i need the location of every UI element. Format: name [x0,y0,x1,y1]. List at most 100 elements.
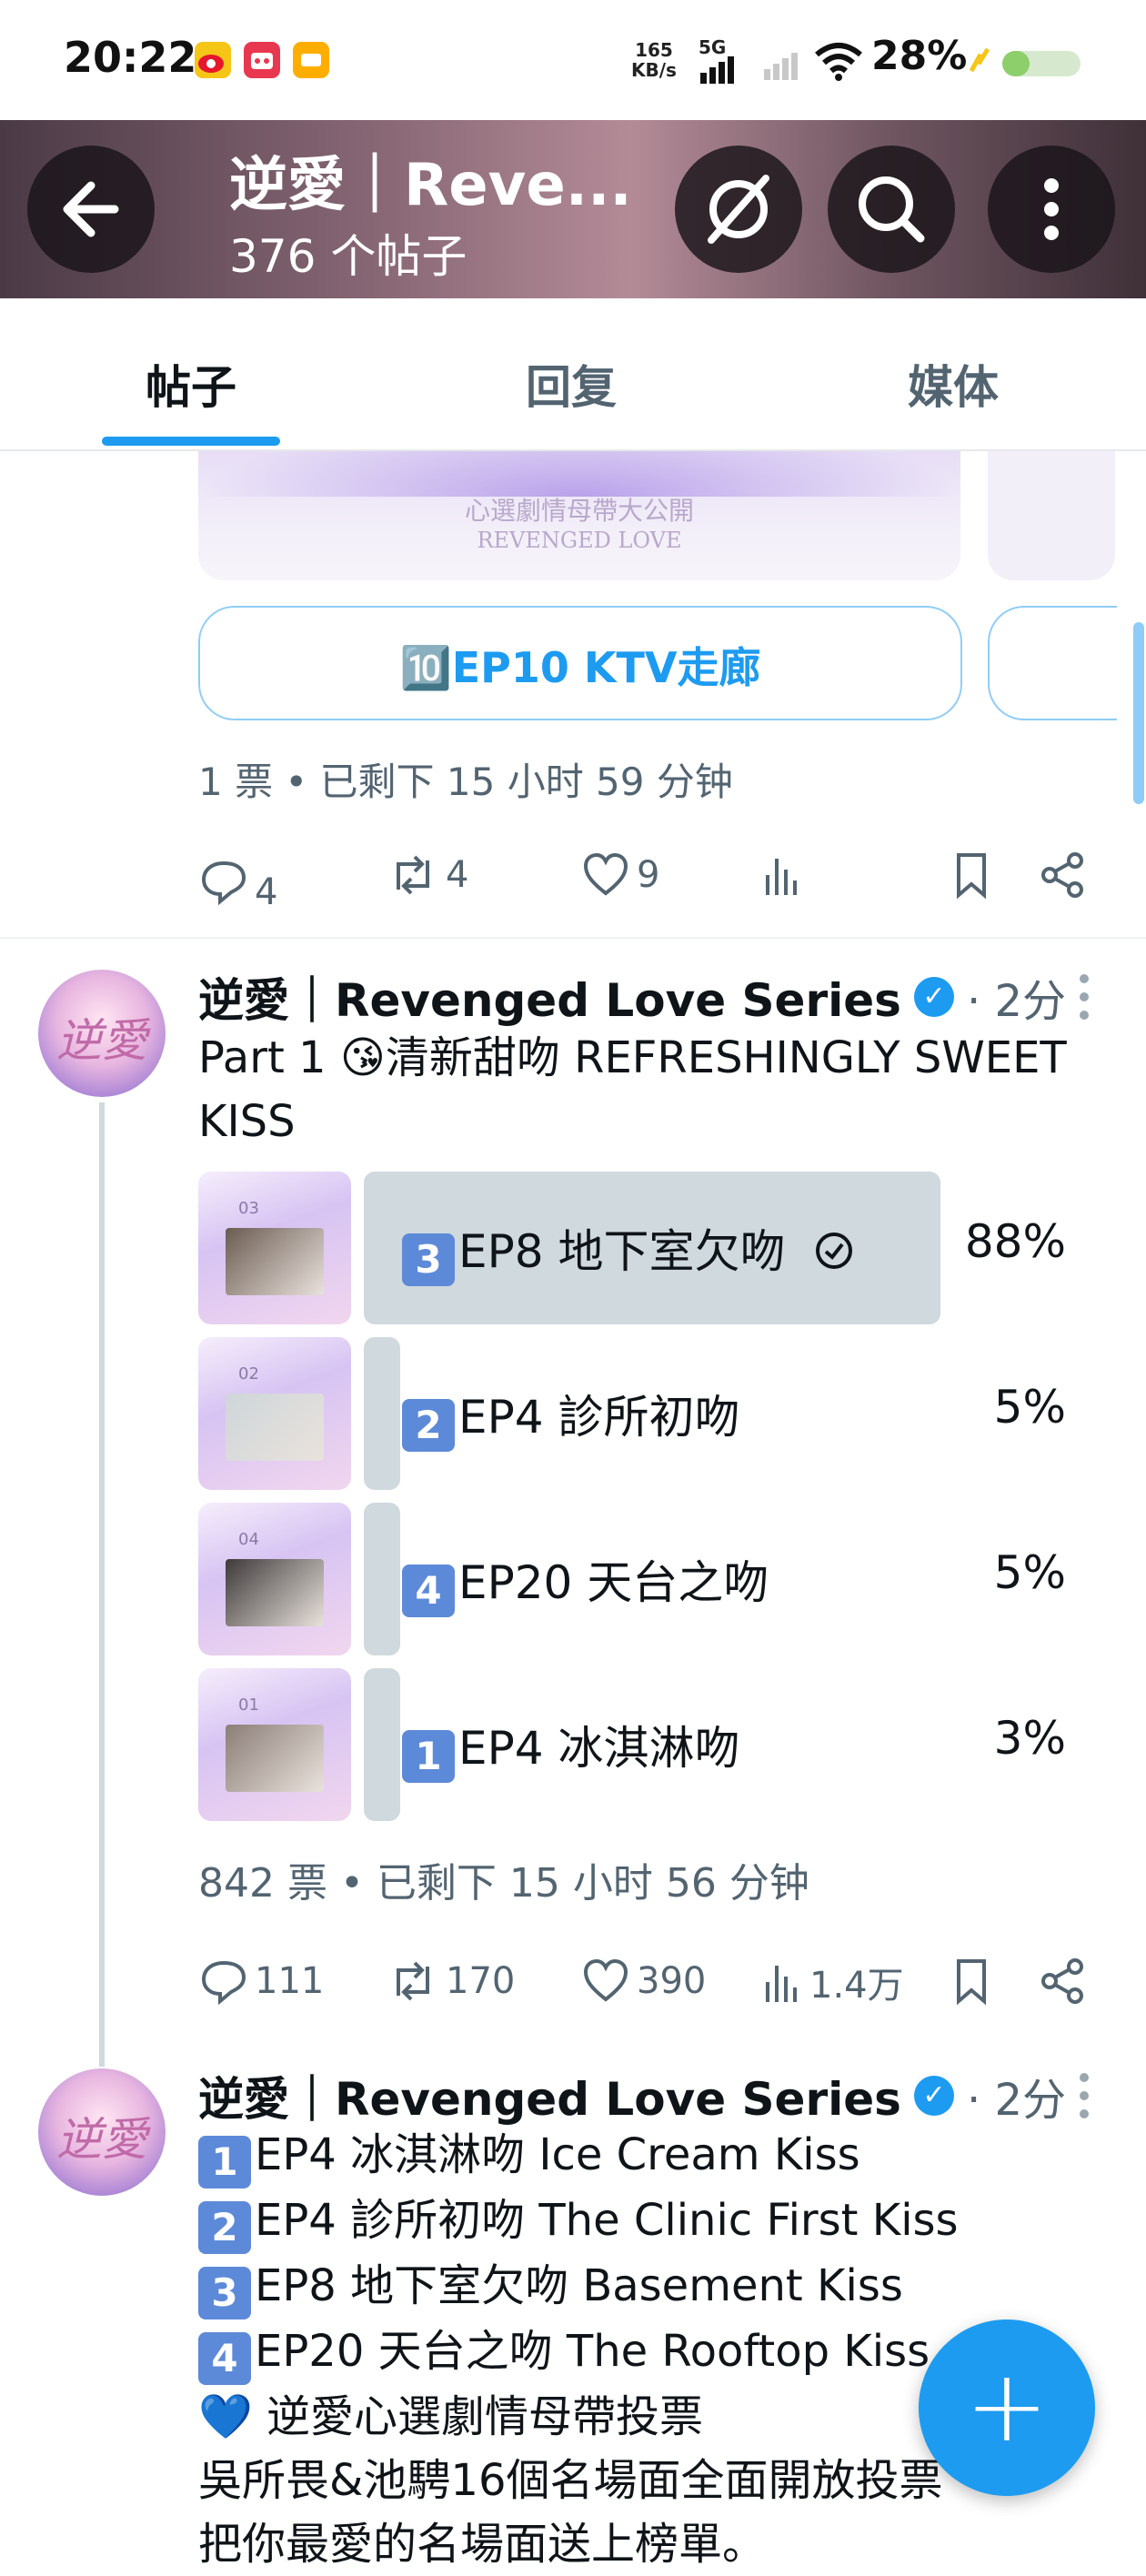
views-button[interactable]: 1.4万 [760,1956,904,2008]
network-speed: 165 KB/s [631,39,677,81]
signal-2-icon [762,49,808,86]
voted-check-icon [816,1233,853,1269]
poll-option-thumbnail[interactable]: 03 [198,1172,351,1324]
post-count: 376 个帖子 [229,230,467,283]
image-caption-en: REVENGED LOVE [477,528,682,553]
reply-button[interactable]: 4 [198,850,277,913]
active-tab-indicator [102,437,280,446]
status-bar: 20:22 165 KB/s 5G 28% [0,0,1146,120]
poll-option-label: 4 EP20 天台之吻 [402,1546,769,1617]
share-button[interactable] [1037,1956,1088,2007]
share-icon [1041,1958,1083,2004]
post-text: Part 1 😘清新甜吻 REFRESHINGLY SWEET KISS [198,1032,1067,1147]
share-button[interactable] [1037,850,1088,901]
list-item: 1 EP4 冰淇淋吻 Ice Cream Kiss [198,2123,1117,2189]
poll-option-thumbnail[interactable]: 04 [198,1503,351,1655]
bookmark-icon [957,853,986,900]
poll-choice-button-next[interactable] [988,606,1117,720]
like-button[interactable]: 390 [580,1956,706,2007]
author-name[interactable]: 逆愛｜Revenged Love Series [198,2063,901,2128]
battery-percent: 28% [871,33,968,79]
reply-button[interactable]: 111 [198,1956,324,2007]
thumbnail-number: 04 [238,1530,259,1549]
bookmark-icon [957,1959,986,2006]
poll-option-label: 2 EP4 診所初吻 [402,1381,739,1452]
post-time: · 2分 [966,2075,1066,2126]
verified-badge-icon: ✓ [913,977,954,1017]
poll-option-label: 3 EP8 地下室欠吻 [402,1215,856,1286]
post-header: 逆愛｜Revenged Love Series ✓ · 2分 [198,2063,1066,2128]
post-time: · 2分 [966,976,1066,1027]
weibo-icon [195,42,231,78]
repost-button[interactable]: 170 [386,1956,515,2007]
status-time: 20:22 [64,33,197,82]
post-header: 逆愛｜Revenged Love Series ✓ · 2分 [198,964,1066,1030]
poll-option-thumbnail[interactable]: 01 [198,1668,351,1821]
thumbnail-number: 02 [238,1364,259,1384]
repost-icon [397,855,429,895]
grok-button[interactable] [675,146,802,273]
more-options-button[interactable] [988,146,1115,273]
repost-icon [397,1961,429,2001]
number-emoji-icon: 4 [402,1565,455,1617]
profile-header: 逆愛｜Reve... 376 个帖子 [0,120,1146,298]
grok-icon [708,175,769,244]
poll-result-bar [364,1337,400,1490]
thumbnail-photo [226,1394,324,1461]
poll-result-bar [364,1503,400,1655]
more-vertical-icon [1080,974,1089,1020]
back-arrow-icon [63,181,119,237]
more-vertical-icon [1044,178,1059,240]
more-vertical-icon [1080,2073,1089,2118]
poll-option-image-next[interactable] [988,451,1115,580]
scrollbar[interactable] [1133,622,1144,804]
avatar[interactable]: 逆愛 [38,2068,166,2196]
thumbnail-number: 03 [238,1199,259,1218]
repost-button[interactable]: 4 [386,850,468,901]
tab-media[interactable]: 媒体 [908,351,999,417]
analytics-icon [766,1966,797,2002]
thread-line [99,1102,105,2067]
poll-percentage: 3% [993,1712,1066,1765]
views-button[interactable] [760,850,804,901]
list-item: 2 EP4 診所初吻 The Clinic First Kiss [198,2189,1117,2254]
back-button[interactable] [27,146,155,273]
like-button[interactable]: 9 [580,850,659,901]
tab-posts[interactable]: 帖子 [146,351,236,417]
poll-choice-button[interactable]: 🔟EP10 KTV走廊 [198,606,962,720]
author-name[interactable]: 逆愛｜Revenged Love Series [198,964,901,1030]
thumbnail-number: 01 [238,1696,259,1715]
thumbnail-photo [226,1228,324,1295]
share-icon [1041,852,1083,898]
number-emoji-icon: 2 [402,1399,455,1452]
bookmark-button[interactable] [950,1956,993,2007]
message-app-icon [293,42,329,78]
poll-option-thumbnail[interactable]: 02 [198,1337,351,1490]
avatar[interactable]: 逆愛 [38,970,166,1097]
bookmark-button[interactable] [950,850,993,901]
number-emoji-icon: 1 [402,1730,455,1783]
poll-option-label: 1 EP4 冰淇淋吻 [402,1712,739,1783]
app-notification-icon [244,42,280,78]
poll-percentage: 5% [993,1546,1066,1599]
search-icon [859,176,925,243]
poll-option-image[interactable]: 心選劇情母帶大公開 REVENGED LOVE [198,451,960,580]
thumbnail-photo [226,1559,324,1626]
image-caption: 心選劇情母帶大公開 [464,496,694,526]
list-item: 3 EP8 地下室欠吻 Basement Kiss [198,2254,1117,2319]
thumbnail-photo [226,1725,324,1792]
poll-footer: 842 票 • 已剩下 15 小时 56 分钟 [198,1860,809,1907]
analytics-icon [766,859,797,895]
heart-icon [583,1958,628,2002]
post-menu-button[interactable] [1073,970,1095,1033]
verified-badge-icon: ✓ [913,2076,954,2116]
tab-replies[interactable]: 回复 [526,351,617,417]
search-button[interactable] [828,146,955,273]
reply-icon [201,1960,246,2006]
battery-icon [966,42,1084,82]
reply-icon [201,860,246,906]
post-divider [0,937,1146,939]
poll-result-bar [364,1668,400,1821]
signal-icon: 5G [699,36,734,84]
compose-button[interactable]: + [919,2319,1095,2496]
